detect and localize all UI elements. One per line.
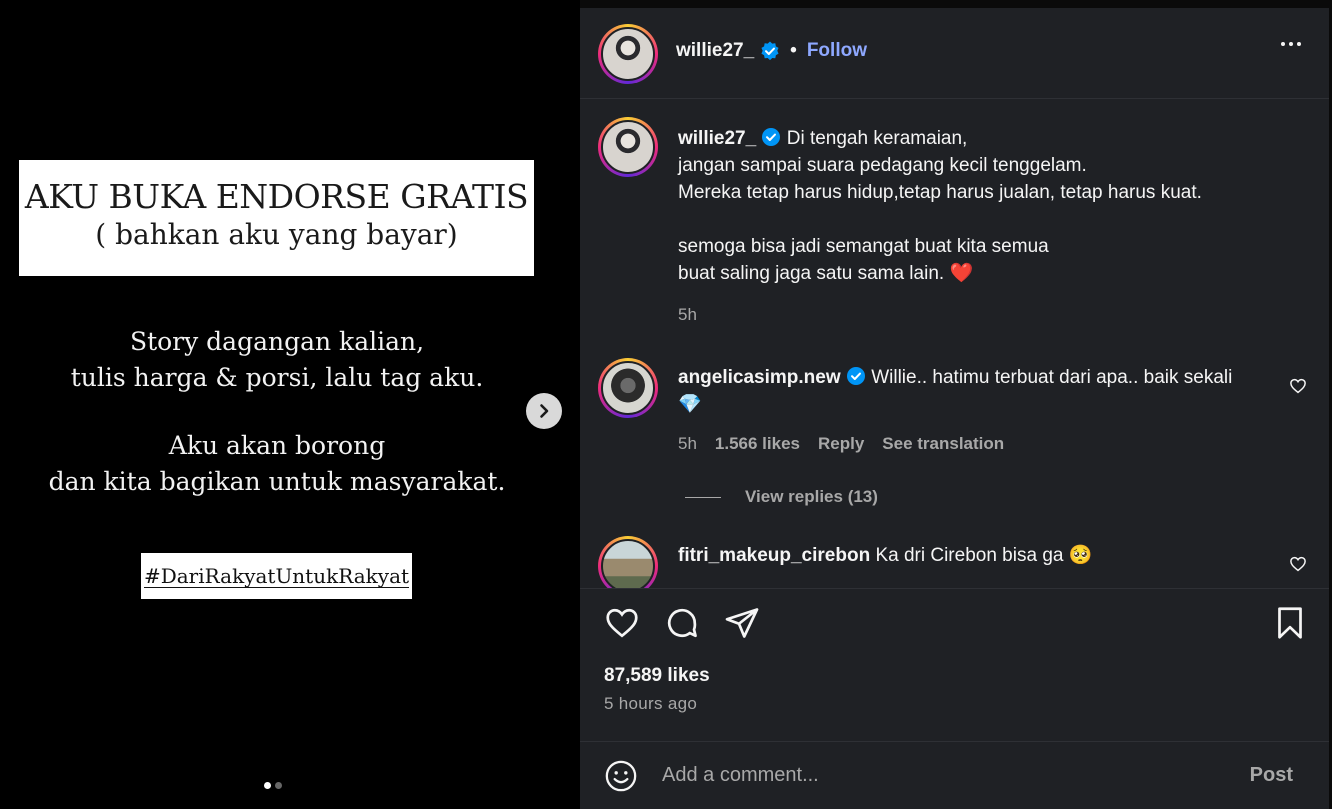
- view-replies-button[interactable]: View replies (13): [685, 487, 878, 507]
- post-header: willie27_ • Follow: [580, 8, 1329, 99]
- post-time[interactable]: 5 hours ago: [604, 694, 697, 714]
- view-replies-label: View replies (13): [745, 487, 878, 506]
- comment-time[interactable]: 5h: [678, 434, 697, 454]
- more-options-icon[interactable]: [1281, 42, 1301, 46]
- headline-box: AKU BUKA ENDORSE GRATIS ( bahkan aku yan…: [19, 160, 534, 276]
- hashtag-text: #DariRakyatUntukRakyat: [143, 563, 410, 588]
- comment-likes[interactable]: 1.566 likes: [715, 434, 800, 454]
- chevron-right-icon: [540, 404, 549, 418]
- comment-meta: 5h 1.566 likes Reply See translation: [678, 434, 1004, 454]
- header-separator: •: [790, 40, 797, 61]
- comment-avatar[interactable]: [598, 536, 658, 588]
- follow-button[interactable]: Follow: [807, 40, 867, 62]
- author-avatar[interactable]: [598, 24, 658, 84]
- post-media[interactable]: AKU BUKA ENDORSE GRATIS ( bahkan aku yan…: [0, 0, 580, 809]
- diamond-emoji: 💎: [678, 394, 702, 415]
- caption-meta: 5h: [678, 305, 697, 325]
- caption-avatar[interactable]: [598, 117, 658, 177]
- share-send-icon[interactable]: [724, 605, 760, 641]
- story-text-1: Story dagangan kalian, tulis harga & por…: [0, 324, 554, 396]
- comment-avatar[interactable]: [598, 358, 658, 418]
- comment-like-heart-icon[interactable]: [1289, 555, 1307, 573]
- action-bar: [580, 588, 1329, 668]
- caption-line4: semoga bisa jadi semangat buat kita semu…: [678, 236, 1049, 257]
- story-text-2-line1: Aku akan borong: [168, 431, 386, 460]
- caption-time[interactable]: 5h: [678, 305, 697, 325]
- see-translation-button[interactable]: See translation: [882, 434, 1004, 454]
- story-text-1-line1: Story dagangan kalian,: [129, 327, 425, 356]
- comment-like-heart-icon[interactable]: [1289, 377, 1307, 395]
- comment-bubble-icon[interactable]: [664, 605, 700, 641]
- comment-text: Ka dri Cirebon bisa ga: [875, 545, 1064, 566]
- reply-button[interactable]: Reply: [818, 434, 864, 454]
- post-panel: willie27_ • Follow willie27_ Di tengah k…: [580, 8, 1329, 809]
- carousel-dot-1: [264, 782, 271, 789]
- story-text-2-line2: dan kita bagikan untuk masyarakat.: [48, 467, 506, 496]
- bookmark-icon[interactable]: [1272, 605, 1308, 641]
- header-user-row: willie27_ • Follow: [676, 40, 867, 62]
- comment-text: Willie.. hatimu terbuat dari apa.. baik …: [871, 367, 1233, 388]
- comment-item: angelicasimp.new Willie.. hatimu terbuat…: [678, 364, 1249, 418]
- carousel-dots: [264, 782, 282, 789]
- comment-username[interactable]: angelicasimp.new: [678, 367, 841, 388]
- emoji-picker-icon[interactable]: [604, 759, 638, 793]
- caption-line1: Di tengah keramaian,: [786, 128, 968, 149]
- caption-username[interactable]: willie27_: [678, 128, 756, 149]
- author-username[interactable]: willie27_: [676, 40, 754, 62]
- story-text-2: Aku akan borong dan kita bagikan untuk m…: [0, 428, 554, 500]
- caption-line5: buat saling jaga satu sama lain.: [678, 263, 945, 284]
- comment-username[interactable]: fitri_makeup_cirebon: [678, 545, 870, 566]
- view-replies-line: [685, 496, 721, 498]
- carousel-dot-2: [275, 782, 282, 789]
- caption-line2: jangan sampai suara pedagang kecil tengg…: [678, 155, 1087, 176]
- comment-input[interactable]: [662, 764, 1222, 787]
- verified-badge-icon: [761, 127, 781, 147]
- likes-count[interactable]: 87,589 likes: [604, 665, 710, 687]
- carousel-next-button[interactable]: [526, 393, 562, 429]
- verified-badge-icon: [846, 366, 866, 386]
- comments-scroll-area[interactable]: willie27_ Di tengah keramaian, jangan sa…: [580, 100, 1329, 588]
- post-comment-button[interactable]: Post: [1250, 764, 1293, 787]
- caption-line3: Mereka tetap harus hidup,tetap harus jua…: [678, 182, 1202, 203]
- pleading-emoji: 🥺: [1068, 545, 1093, 566]
- caption: willie27_ Di tengah keramaian, jangan sa…: [678, 125, 1299, 287]
- headline-line2: ( bahkan aku yang bayar): [95, 218, 458, 251]
- comment-item: fitri_makeup_cirebon Ka dri Cirebon bisa…: [678, 542, 1249, 569]
- hashtag-box: #DariRakyatUntukRakyat: [141, 553, 412, 599]
- story-text-1-line2: tulis harga & porsi, lalu tag aku.: [70, 363, 484, 392]
- like-heart-icon[interactable]: [604, 605, 640, 641]
- headline-line1: AKU BUKA ENDORSE GRATIS: [24, 177, 529, 216]
- add-comment-bar: Post: [580, 741, 1329, 809]
- verified-badge-icon: [760, 41, 780, 61]
- heart-emoji: ❤️: [949, 263, 974, 284]
